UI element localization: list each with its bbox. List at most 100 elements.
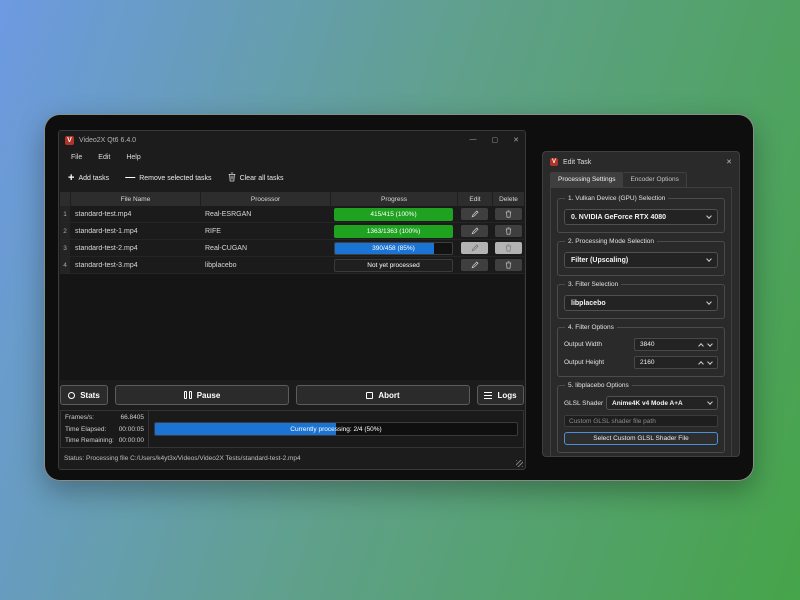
pause-button[interactable]: Pause [115,385,289,405]
window-title: Video2X Qt6 6.4.0 [79,137,136,144]
table-row[interactable]: 1 standard-test.mp4 Real-ESRGAN 415/415 … [60,206,524,223]
plus-icon: + [68,173,74,183]
menu-file[interactable]: File [63,152,90,163]
header-delete: Delete [492,192,524,206]
group-libplacebo-options: 5. libplacebo Options GLSL Shader Anime4… [557,385,725,453]
edit-task-dialog: V Edit Task ✕ Processing Settings Encode… [542,151,740,457]
edit-task-button-disabled [461,242,488,254]
abort-button[interactable]: Abort [296,385,470,405]
tab-encoder-options[interactable]: Encoder Options [623,172,686,188]
video2x-main-window: V Video2X Qt6 6.4.0 — ▢ ✕ File Edit Help… [58,130,526,470]
dialog-title: Edit Task [563,159,591,166]
row-progress-bar: Not yet processed [334,259,453,272]
header-edit: Edit [457,192,492,206]
gpu-select[interactable]: 0. NVIDIA GeForce RTX 4080 [564,209,718,225]
stop-icon [366,392,373,399]
screenshot-frame: V Video2X Qt6 6.4.0 — ▢ ✕ File Edit Help… [44,114,754,481]
spin-up-icon[interactable] [698,361,704,367]
maximize-button[interactable]: ▢ [492,136,499,144]
delete-task-button-disabled [495,242,522,254]
remaining-value: 00:00:00 [119,437,144,444]
cell-file-name: standard-test-1.mp4 [70,228,200,235]
stats-panel: Frames/s: 66.8405 Time Elapsed: 00:00:05 T… [60,410,524,448]
trash-icon [505,244,512,252]
spin-down-icon[interactable] [707,341,713,347]
stats-button[interactable]: Stats [60,385,108,405]
logs-button[interactable]: Logs [477,385,524,405]
add-tasks-button[interactable]: + Add tasks [68,173,109,183]
edit-task-button[interactable] [461,208,488,220]
stats-box: Frames/s: 66.8405 Time Elapsed: 00:00:05 T… [61,411,149,447]
status-text: Status: Processing file C:/Users/k4yt3x/… [64,455,301,462]
cell-file-name: standard-test-2.mp4 [70,245,200,252]
pencil-icon [471,210,479,218]
cell-file-name: standard-test-3.mp4 [70,262,200,269]
dialog-tabs: Processing Settings Encoder Options [543,172,739,188]
chevron-down-icon [706,256,712,262]
desktop-background: V Video2X Qt6 6.4.0 — ▢ ✕ File Edit Help… [0,0,800,600]
stats-icon [68,392,75,399]
titlebar: V Video2X Qt6 6.4.0 — ▢ ✕ [59,131,525,149]
trash-icon [505,261,512,269]
glsl-shader-label: GLSL Shader [564,400,606,407]
minimize-button[interactable]: — [470,136,477,144]
list-icon [484,392,492,399]
app-logo-icon: V [65,136,74,145]
table-row[interactable]: 3 standard-test-2.mp4 Real-CUGAN 390/458… [60,240,524,257]
chevron-down-icon [706,213,712,219]
row-progress-bar: 1363/1363 (100%) [334,225,453,238]
spin-up-icon[interactable] [698,343,704,349]
menu-edit[interactable]: Edit [90,152,118,163]
task-table: File Name Processor Progress Edit Delete… [60,192,524,380]
trash-icon [505,210,512,218]
cell-file-name: standard-test.mp4 [70,211,200,218]
elapsed-label: Time Elapsed: [65,426,106,433]
table-header: File Name Processor Progress Edit Delete [60,192,524,206]
output-width-stepper[interactable]: 3840 [634,338,718,351]
remaining-label: Time Remaining: [65,437,114,444]
pause-icon [184,391,192,399]
trash-icon [505,227,512,235]
frames-label: Frames/s: [65,414,94,421]
tab-processing-settings[interactable]: Processing Settings [550,172,623,188]
header-processor: Processor [200,192,330,206]
overall-progress-label: Currently processing: 2/4 (50%) [155,423,517,435]
processing-mode-select[interactable]: Filter (Upscaling) [564,252,718,268]
filter-select[interactable]: libplacebo [564,295,718,311]
table-row[interactable]: 4 standard-test-3.mp4 libplacebo Not yet… [60,257,524,274]
delete-task-button[interactable] [495,208,522,220]
cell-processor: libplacebo [200,262,330,269]
chevron-down-icon [707,399,713,405]
pencil-icon [471,261,479,269]
trash-icon [228,172,236,184]
output-height-stepper[interactable]: 2160 [634,356,718,369]
delete-task-button[interactable] [495,259,522,271]
row-progress-bar: 415/415 (100%) [334,208,453,221]
minus-icon: — [125,173,135,183]
delete-task-button[interactable] [495,225,522,237]
select-custom-shader-button[interactable]: Select Custom GLSL Shader File [564,432,718,445]
elapsed-value: 00:00:05 [119,426,144,433]
cell-processor: Real-ESRGAN [200,211,330,218]
edit-task-button[interactable] [461,225,488,237]
glsl-shader-select[interactable]: Anime4K v4 Mode A+A [606,396,718,410]
output-width-label: Output Width [564,341,634,348]
header-progress: Progress [330,192,457,206]
menu-help[interactable]: Help [118,152,148,163]
group-vulkan-device: 1. Vulkan Device (GPU) Selection 0. NVID… [557,198,725,233]
cell-processor: RIFE [200,228,330,235]
dialog-close-button[interactable]: ✕ [726,158,732,166]
table-row[interactable]: 2 standard-test-1.mp4 RIFE 1363/1363 (10… [60,223,524,240]
spin-down-icon[interactable] [707,359,713,365]
edit-task-button[interactable] [461,259,488,271]
frames-value: 66.8405 [121,414,145,421]
resize-grip[interactable] [516,460,523,467]
processing-settings-pane: 1. Vulkan Device (GPU) Selection 0. NVID… [550,187,732,457]
toolbar: + Add tasks — Remove selected tasks Clea… [59,165,525,191]
cell-processor: Real-CUGAN [200,245,330,252]
remove-selected-tasks-button[interactable]: — Remove selected tasks [125,173,211,183]
custom-shader-path-input[interactable] [564,415,718,427]
clear-all-tasks-button[interactable]: Clear all tasks [228,172,284,184]
control-buttons-row: Stats Pause Abort Logs [59,380,525,410]
close-button[interactable]: ✕ [513,136,519,144]
